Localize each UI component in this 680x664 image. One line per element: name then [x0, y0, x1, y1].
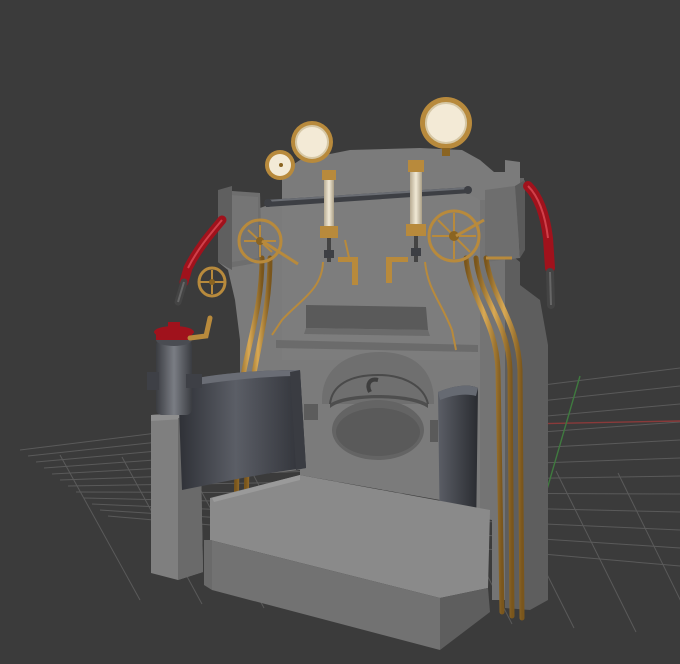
- pressure-gauge-small-icon[interactable]: [265, 150, 295, 180]
- grid-line: [617, 472, 680, 601]
- locomotive-backhead-model[interactable]: [147, 97, 555, 650]
- grid-line: [59, 454, 141, 601]
- grid-line: [555, 470, 637, 633]
- scene-canvas[interactable]: [0, 0, 680, 664]
- left-bracket[interactable]: [218, 186, 262, 270]
- valve-wheel-small-icon[interactable]: [197, 266, 227, 298]
- right-bracket[interactable]: [485, 180, 525, 262]
- right-red-lever[interactable]: [523, 181, 555, 309]
- pressure-gauge-large-icon[interactable]: [420, 97, 472, 156]
- pressure-gauge-medium-icon[interactable]: [291, 121, 333, 163]
- 3d-viewport[interactable]: [0, 0, 680, 664]
